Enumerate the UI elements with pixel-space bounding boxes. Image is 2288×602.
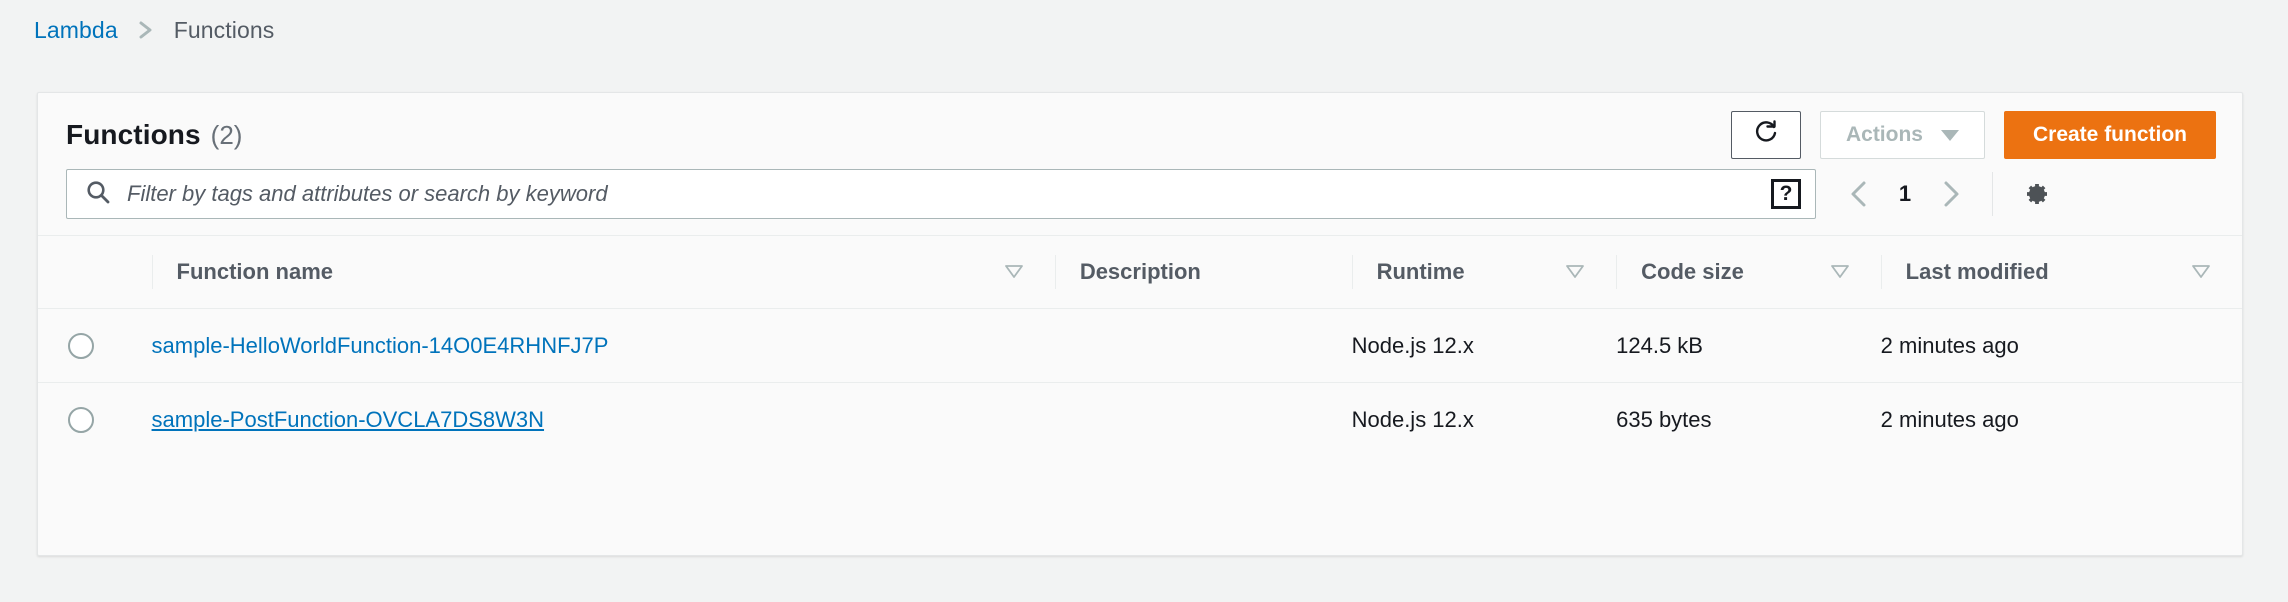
actions-label: Actions [1845,123,1923,146]
row-code-size-cell: 124.5 kB [1616,308,1881,383]
function-name-link[interactable]: sample-PostFunction-OVCLA7DS8W3N [152,407,544,432]
row-last-modified-cell: 2 minutes ago [1880,406,2019,432]
sort-icon-runtime[interactable] [1564,259,1586,285]
column-header-description: Description [1054,236,1352,309]
pagination-next-icon[interactable] [1938,179,1964,209]
search-icon [85,179,111,210]
function-name-link[interactable]: sample-HelloWorldFunction-14O0E4RHNFJ7P [152,333,609,358]
refresh-button[interactable] [1730,111,1801,159]
row-select-cell [38,383,152,457]
column-header-description-label: Description [1079,259,1201,284]
row-code-size-cell: 635 bytes [1616,406,1712,432]
column-header-last-modified-label: Last modified [1905,259,2049,284]
row-runtime-cell: Node.js 12.x [1351,308,1617,383]
panel-header-actions: Actions Create function [1730,111,2216,159]
gear-icon[interactable] [2019,178,2051,210]
panel-header: Functions (2) Actions Create function [38,93,2242,159]
column-header-select [38,236,152,309]
panel-count: (2) [210,120,243,150]
search-box[interactable]: ? [66,169,1816,219]
pagination-prev-icon[interactable] [1846,179,1872,209]
column-header-runtime-label: Runtime [1376,259,1465,284]
chevron-right-icon [136,19,156,41]
refresh-icon [1753,119,1779,151]
pagination-page-1[interactable]: 1 [1898,181,1912,207]
table-header-row: Function name Description Runtime Code s… [38,235,2242,309]
table-row[interactable]: sample-PostFunction-OVCLA7DS8W3N Node.js… [38,383,2242,457]
breadcrumb-current-functions: Functions [173,16,275,43]
table-body: sample-HelloWorldFunction-14O0E4RHNFJ7P … [38,308,2242,457]
filter-row: ? 1 [38,155,2242,221]
row-description-cell [1055,383,1352,457]
column-header-last-modified[interactable]: Last modified [1880,236,2242,309]
table-header: Function name Description Runtime Code s… [38,235,2242,309]
row-select-cell [38,308,152,383]
row-radio-button[interactable] [68,406,94,433]
column-header-code-size[interactable]: Code size [1616,236,1881,309]
row-function-name-cell: sample-PostFunction-OVCLA7DS8W3N [152,383,1055,457]
pagination: 1 [1846,179,1964,209]
create-function-button[interactable]: Create function [2003,111,2216,159]
caret-down-icon [1940,129,1959,141]
row-radio-button[interactable] [68,332,94,359]
search-help-icon[interactable]: ? [1771,179,1801,209]
row-description-cell [1054,308,1352,383]
create-function-label: Create function [2032,123,2187,146]
column-header-function-name[interactable]: Function name [151,236,1055,309]
row-last-modified-cell: 2 minutes ago [1880,308,2242,383]
row-runtime-cell: Node.js 12.x [1351,406,1474,432]
page-title: Functions (2) [66,119,242,151]
sort-icon-function-name[interactable] [1003,259,1025,285]
functions-table: Function name Description Runtime Code s… [38,235,2242,457]
search-input[interactable] [127,181,1771,207]
actions-dropdown-button[interactable]: Actions [1819,111,1985,159]
row-function-name-cell: sample-HelloWorldFunction-14O0E4RHNFJ7P [151,308,1055,383]
column-header-runtime[interactable]: Runtime [1351,236,1617,309]
panel-title-text: Functions [66,119,201,150]
column-header-code-size-label: Code size [1641,259,1744,284]
functions-panel: Functions (2) Actions Create function Fi… [37,92,2243,556]
sort-icon-code-size[interactable] [1829,259,1851,285]
sort-icon-last-modified[interactable] [2190,259,2212,285]
breadcrumb-link-lambda[interactable]: Lambda [34,17,118,44]
breadcrumb: Lambda Functions [0,0,2288,43]
toolbar-divider [1992,172,1993,216]
table-row[interactable]: sample-HelloWorldFunction-14O0E4RHNFJ7P … [38,308,2242,383]
column-header-function-name-label: Function name [176,259,333,284]
